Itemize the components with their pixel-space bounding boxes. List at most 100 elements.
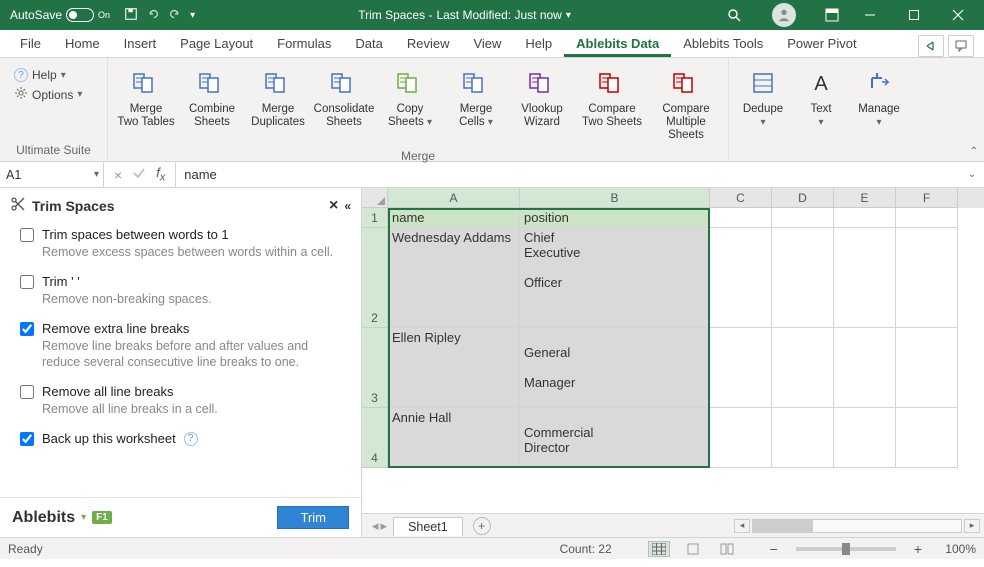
column-header-A[interactable]: A (388, 188, 520, 208)
name-box[interactable]: A1 ▾ (0, 162, 104, 187)
cell-E2[interactable] (834, 228, 896, 328)
option-checkbox-2[interactable] (20, 322, 34, 336)
cell-A4[interactable]: Annie Hall (388, 408, 520, 468)
page-break-view-button[interactable] (716, 541, 738, 557)
option-checkbox-1[interactable] (20, 275, 34, 289)
fx-icon[interactable]: fx (156, 165, 165, 184)
qat-dropdown-icon[interactable]: ▾ (190, 10, 195, 21)
toggle-switch[interactable] (66, 8, 94, 22)
formula-input[interactable]: name ⌄ (176, 162, 984, 187)
collapse-ribbon-icon[interactable]: ⌃ (970, 146, 978, 157)
tab-file[interactable]: File (8, 32, 53, 57)
trim-button[interactable]: Trim (277, 506, 349, 529)
manage-button[interactable]: Manage▾ (851, 62, 907, 134)
zoom-out-button[interactable]: − (770, 541, 778, 557)
tab-view[interactable]: View (461, 32, 513, 57)
comments-button[interactable] (948, 35, 974, 57)
consolidate-sheets-button[interactable]: ConsolidateSheets (312, 62, 376, 147)
text-button[interactable]: AText▾ (793, 62, 849, 134)
cell-E4[interactable] (834, 408, 896, 468)
column-header-F[interactable]: F (896, 188, 958, 208)
cell-C1[interactable] (710, 208, 772, 228)
autosave-toggle[interactable]: AutoSave On (4, 8, 116, 22)
row-header[interactable]: 3 (362, 328, 388, 408)
namebox-dropdown-icon[interactable]: ▾ (94, 169, 99, 180)
option-label[interactable]: Remove extra line breaks (42, 321, 189, 336)
next-sheet-icon[interactable]: ▸ (381, 518, 388, 534)
cell-D4[interactable] (772, 408, 834, 468)
tab-home[interactable]: Home (53, 32, 112, 57)
row-header[interactable]: 2 (362, 228, 388, 328)
close-pane-icon[interactable]: × (329, 197, 338, 215)
user-avatar[interactable] (772, 3, 796, 27)
cell-A2[interactable]: Wednesday Addams (388, 228, 520, 328)
option-label[interactable]: Trim ' ' (42, 274, 80, 289)
option-label[interactable]: Trim spaces between words to 1 (42, 227, 229, 242)
cell-D2[interactable] (772, 228, 834, 328)
tab-ablebits-tools[interactable]: Ablebits Tools (671, 32, 775, 57)
tab-power-pivot[interactable]: Power Pivot (775, 32, 868, 57)
combine-sheets-button[interactable]: CombineSheets (180, 62, 244, 147)
cell-C4[interactable] (710, 408, 772, 468)
expand-formula-icon[interactable]: ⌄ (968, 169, 976, 180)
tab-insert[interactable]: Insert (112, 32, 169, 57)
column-header-C[interactable]: C (710, 188, 772, 208)
f1-badge[interactable]: F1 (92, 511, 112, 524)
tab-review[interactable]: Review (395, 32, 462, 57)
brand-label[interactable]: Ablebits (12, 509, 75, 527)
merge-duplicates-button[interactable]: MergeDuplicates (246, 62, 310, 147)
tab-help[interactable]: Help (513, 32, 564, 57)
cell-D1[interactable] (772, 208, 834, 228)
zoom-in-button[interactable]: + (914, 541, 922, 557)
dedupe-button[interactable]: Dedupe▾ (735, 62, 791, 134)
row-header[interactable]: 4 (362, 408, 388, 468)
column-header-E[interactable]: E (834, 188, 896, 208)
merge-cells-button[interactable]: MergeCells ▾ (444, 62, 508, 147)
merge-two-tables-button[interactable]: MergeTwo Tables (114, 62, 178, 147)
tab-formulas[interactable]: Formulas (265, 32, 343, 57)
cell-B2[interactable]: Chief Executive Officer (520, 228, 710, 328)
column-header-B[interactable]: B (520, 188, 710, 208)
sheet-tab[interactable]: Sheet1 (393, 517, 463, 536)
cell-A1[interactable]: name (388, 208, 520, 228)
last-modified[interactable]: Last Modified: Just now (436, 8, 561, 22)
option-checkbox-0[interactable] (20, 228, 34, 242)
option-label[interactable]: Remove all line breaks (42, 384, 174, 399)
help-menu[interactable]: ?Help ▾ (14, 68, 93, 82)
share-button[interactable] (918, 35, 944, 57)
cell-C2[interactable] (710, 228, 772, 328)
prev-sheet-icon[interactable]: ◂ (372, 518, 379, 534)
new-sheet-button[interactable]: + (473, 517, 491, 535)
cell-F1[interactable] (896, 208, 958, 228)
select-all-corner[interactable] (362, 188, 388, 208)
page-layout-view-button[interactable] (682, 541, 704, 557)
cell-B1[interactable]: position (520, 208, 710, 228)
cell-A3[interactable]: Ellen Ripley (388, 328, 520, 408)
cell-F2[interactable] (896, 228, 958, 328)
spreadsheet-grid[interactable]: ABCDEF 1nameposition2 Wednesday AddamsCh… (362, 188, 984, 537)
copy-sheets-button[interactable]: CopySheets ▾ (378, 62, 442, 147)
option-label[interactable]: Back up this worksheet (42, 431, 176, 446)
close-button[interactable] (936, 0, 980, 30)
cell-F4[interactable] (896, 408, 958, 468)
tab-page-layout[interactable]: Page Layout (168, 32, 265, 57)
scroll-right-button[interactable]: ▸ (964, 519, 980, 533)
minimize-button[interactable] (848, 0, 892, 30)
help-icon[interactable]: ? (184, 432, 198, 446)
title-dropdown-icon[interactable]: ▾ (566, 10, 571, 21)
normal-view-button[interactable] (648, 541, 670, 557)
row-header[interactable]: 1 (362, 208, 388, 228)
cell-C3[interactable] (710, 328, 772, 408)
cell-E1[interactable] (834, 208, 896, 228)
cell-B3[interactable]: General Manager (520, 328, 710, 408)
options-menu[interactable]: Options ▾ (14, 86, 93, 103)
maximize-button[interactable] (892, 0, 936, 30)
ribbon-display-icon[interactable] (816, 0, 848, 30)
confirm-icon[interactable] (132, 166, 146, 183)
undo-icon[interactable] (146, 7, 160, 24)
option-checkbox-4[interactable] (20, 432, 34, 446)
vlookup-wizard-button[interactable]: VlookupWizard (510, 62, 574, 147)
compare-multiple-sheets-button[interactable]: CompareMultiple Sheets (650, 62, 722, 147)
horizontal-scrollbar[interactable] (752, 519, 962, 533)
cell-E3[interactable] (834, 328, 896, 408)
